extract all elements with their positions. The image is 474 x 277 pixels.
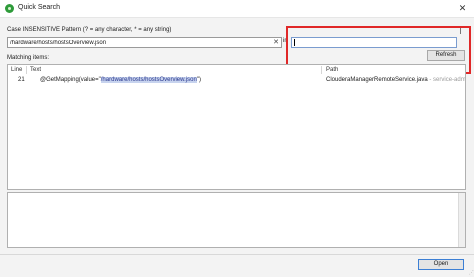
- source-preview-pane[interactable]: [7, 192, 466, 248]
- quick-search-dialog: Case INSENSITIVE Pattern (? = any charac…: [0, 18, 474, 277]
- match-text: @GetMapping(value="/hardware/hosts/hosts…: [40, 77, 201, 83]
- path-project: - service-adm: [429, 77, 466, 83]
- line-number: 21: [18, 77, 25, 83]
- column-header-path[interactable]: Path: [326, 67, 338, 73]
- path-file: ClouderaManagerRemoteService.java: [326, 77, 428, 83]
- pattern-label: Case INSENSITIVE Pattern (? = any charac…: [7, 27, 172, 33]
- preview-scrollbar[interactable]: [458, 193, 465, 247]
- window-title: Quick Search: [18, 4, 61, 11]
- matching-items-label: Matching items:: [7, 55, 50, 61]
- table-row[interactable]: 21 @GetMapping(value="/hardware/hosts/ho…: [8, 76, 465, 85]
- resize-grip-icon[interactable]: ⋰: [469, 270, 474, 276]
- refresh-button[interactable]: Refresh: [427, 50, 465, 61]
- in-input[interactable]: [294, 38, 452, 47]
- dialog-footer: Open ⋰: [0, 254, 474, 277]
- in-label: in: [283, 38, 288, 44]
- clear-icon[interactable]: ✕: [273, 38, 279, 47]
- match-text-suffix: "): [196, 77, 201, 83]
- column-separator: [26, 66, 27, 74]
- title-bar: Quick Search ✕: [0, 0, 474, 18]
- open-button[interactable]: Open: [418, 259, 464, 270]
- scroll-marker: [460, 27, 461, 34]
- pattern-input[interactable]: [10, 38, 268, 47]
- close-icon[interactable]: ✕: [457, 3, 468, 14]
- column-header-text[interactable]: Text: [30, 67, 41, 73]
- match-highlight: /hardware/hosts/hostsOverview.json: [100, 77, 197, 83]
- text-caret: [294, 39, 295, 46]
- results-table[interactable]: Line Text Path 21 @GetMapping(value="/ha…: [7, 64, 466, 190]
- match-path: ClouderaManagerRemoteService.java - serv…: [326, 77, 466, 83]
- pattern-field[interactable]: ✕: [7, 37, 282, 48]
- column-separator: [321, 66, 322, 74]
- in-field[interactable]: [291, 37, 457, 48]
- match-text-prefix: @GetMapping(value=": [40, 77, 101, 83]
- column-header-line[interactable]: Line: [11, 67, 22, 73]
- eclipse-logo-icon: [5, 4, 14, 13]
